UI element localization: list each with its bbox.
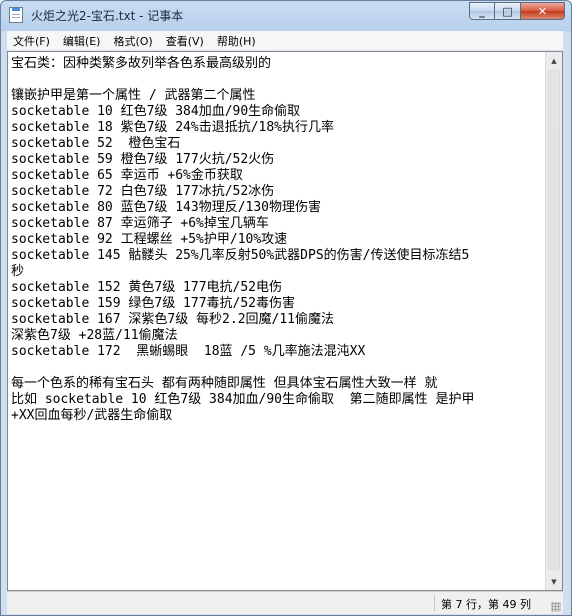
text-line: socketable 80 蓝色7级 143物理反/130物理伤害 [11, 200, 322, 215]
cursor-position: 第 7 行，第 49 列 [441, 598, 531, 611]
text-line: socketable 87 幸运筛子 +6%掉宝几辆车 [11, 216, 269, 231]
text-line: 深紫色7级 +28蓝/11偷魔法 [11, 328, 178, 343]
menu-format[interactable]: 格式(O) [107, 33, 158, 49]
menu-file[interactable]: 文件(F) [7, 33, 56, 49]
menu-edit[interactable]: 编辑(E) [57, 33, 107, 49]
text-line: socketable 18 紫色7级 24%击退抵抗/18%执行几率 [11, 120, 335, 135]
resize-grip-icon[interactable] [551, 602, 561, 612]
maximize-button[interactable]: □ [495, 2, 521, 20]
vertical-scrollbar[interactable]: ▲ ▼ [545, 52, 562, 590]
text-line: +XX回血每秒/武器生命偷取 [11, 408, 173, 423]
window-controls: _ □ ✕ [469, 2, 565, 20]
text-line: socketable 167 深紫色7级 每秒2.2回魔/11偷魔法 [11, 312, 335, 327]
text-line: socketable 65 幸运币 +6%金币获取 [11, 168, 243, 183]
close-button[interactable]: ✕ [521, 2, 565, 20]
text-editor[interactable]: 宝石类：因种类繁多故列举各色系最高级别的 镶嵌护甲是第一个属性 / 武器第二个属性… [7, 51, 563, 591]
title-bar[interactable]: 火炬之光2-宝石.txt - 记事本 _ □ ✕ [1, 1, 571, 29]
text-line: 镶嵌护甲是第一个属性 / 武器第二个属性 [11, 88, 256, 103]
text-line: socketable 159 绿色7级 177毒抗/52毒伤害 [11, 296, 296, 311]
scroll-thumb[interactable] [548, 70, 560, 570]
scroll-up-arrow-icon[interactable]: ▲ [546, 52, 562, 69]
text-line: socketable 172 黑蜥蜴眼 18蓝 /5 %几率施法混沌XX [11, 344, 366, 359]
status-divider [434, 595, 435, 611]
menu-help[interactable]: 帮助(H) [211, 33, 262, 49]
text-line: 每一个色系的稀有宝石头 都有两种随即属性 但具体宝石属性大致一样 就 [11, 376, 438, 391]
status-bar: 第 7 行，第 49 列 [7, 591, 563, 614]
text-line: 秒 [11, 264, 25, 279]
notepad-app-icon[interactable] [9, 7, 23, 23]
window-title: 火炬之光2-宝石.txt - 记事本 [31, 9, 184, 23]
text-line: socketable 10 红色7级 384加血/90生命偷取 [11, 104, 301, 119]
notepad-window: 火炬之光2-宝石.txt - 记事本 _ □ ✕ 文件(F) 编辑(E) 格式(… [0, 0, 572, 616]
scroll-down-arrow-icon[interactable]: ▼ [546, 573, 562, 590]
menu-bar: 文件(F) 编辑(E) 格式(O) 查看(V) 帮助(H) [7, 31, 563, 51]
text-line: socketable 92 工程螺丝 +5%护甲/10%攻速 [11, 232, 288, 247]
text-line: 宝石类：因种类繁多故列举各色系最高级别的 [11, 56, 272, 71]
minimize-button[interactable]: _ [469, 2, 495, 20]
text-line: socketable 145 骷髅头 25%几率反射50%武器DPS的伤害/传送… [11, 248, 470, 263]
text-line: socketable 59 橙色7级 177火抗/52火伤 [11, 152, 275, 167]
text-line: 比如 socketable 10 红色7级 384加血/90生命偷取 第二随即属… [11, 392, 475, 407]
menu-view[interactable]: 查看(V) [160, 33, 210, 49]
text-line: socketable 152 黄色7级 177电抗/52电伤 [11, 280, 283, 295]
text-line: socketable 72 白色7级 177冰抗/52冰伤 [11, 184, 275, 199]
text-line: socketable 52 橙色宝石 [11, 136, 181, 151]
document-text-area[interactable]: 宝石类：因种类繁多故列举各色系最高级别的 镶嵌护甲是第一个属性 / 武器第二个属性… [8, 52, 545, 590]
